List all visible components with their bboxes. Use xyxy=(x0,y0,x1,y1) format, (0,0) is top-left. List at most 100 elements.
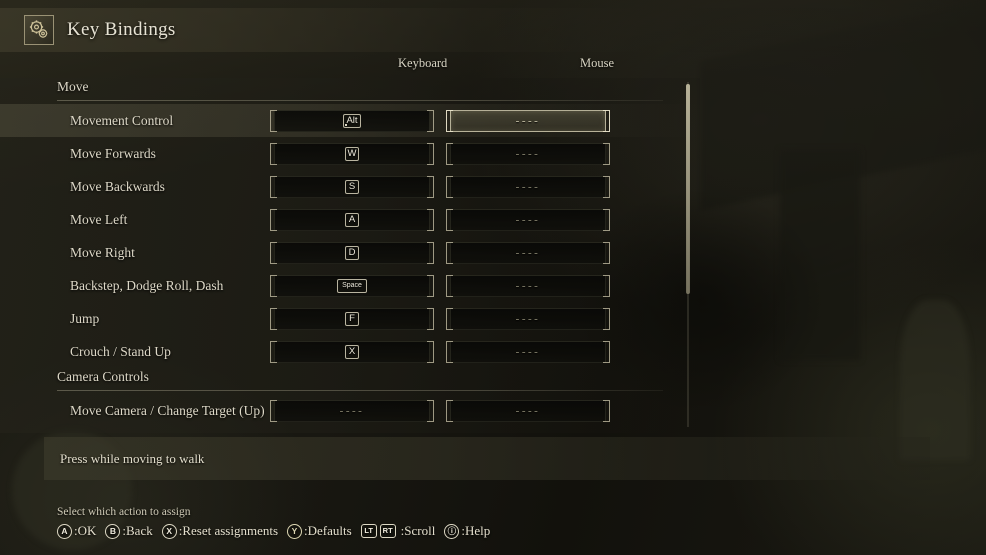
keycap-glyph: D xyxy=(345,245,359,260)
bracket-right-icon xyxy=(603,142,610,165)
gamepad-a-icon: A xyxy=(57,523,72,539)
binding-action-label: Move Right xyxy=(70,244,135,260)
gamepad-rt-icon: RT xyxy=(379,524,396,538)
binding-action-label: Movement Control xyxy=(70,112,174,128)
binding-action-label: Move Backwards xyxy=(70,178,165,194)
bracket-right-icon xyxy=(603,340,610,363)
binding-value: ---- xyxy=(515,147,541,160)
binding-row[interactable]: Backstep, Dodge Roll, Dash Space ---- xyxy=(0,269,700,302)
footer-hint[interactable]: A:OK xyxy=(57,523,96,539)
bracket-left-icon xyxy=(446,241,453,264)
description-text: Press while moving to walk xyxy=(60,450,205,466)
title-bar: Key Bindings xyxy=(0,8,986,52)
bracket-left-icon xyxy=(446,307,453,330)
footer: Select which action to assign A:OK B:Back… xyxy=(57,506,957,539)
binding-value: ---- xyxy=(515,114,541,127)
bracket-right-icon xyxy=(427,307,434,330)
footer-hint[interactable]: ⓘ:Help xyxy=(444,523,490,539)
keycap-glyph: X xyxy=(345,344,359,359)
bracket-right-icon xyxy=(603,241,610,264)
binding-row[interactable]: Move Left A ---- xyxy=(0,203,700,236)
binding-action-label: Move Camera / Change Target (Up) xyxy=(70,402,265,418)
binding-cell-keyboard[interactable]: Alt xyxy=(270,109,434,132)
binding-row[interactable]: Crouch / Stand Up X ---- xyxy=(0,335,700,368)
bracket-right-icon xyxy=(427,208,434,231)
scrollbar-thumb[interactable] xyxy=(686,84,690,294)
section-header: Move xyxy=(0,78,700,104)
bracket-left-icon xyxy=(270,399,277,422)
binding-cell-keyboard[interactable]: S xyxy=(270,175,434,198)
binding-row[interactable]: Movement Control Alt ---- xyxy=(0,104,700,137)
description-panel: Press while moving to walk xyxy=(44,437,930,480)
footer-hint[interactable]: B:Back xyxy=(105,523,153,539)
binding-action-label: Crouch / Stand Up xyxy=(70,343,171,359)
footer-hint-label: :Reset assignments xyxy=(178,523,279,538)
bracket-right-icon xyxy=(603,109,610,132)
gamepad-help-icon: ⓘ xyxy=(444,523,460,539)
binding-row[interactable]: Move Camera / Change Target (Up) ---- ---- xyxy=(0,394,700,427)
bracket-left-icon xyxy=(270,142,277,165)
bracket-right-icon xyxy=(427,274,434,297)
footer-hint-label: :OK xyxy=(74,523,97,538)
binding-action-label: Jump xyxy=(70,310,100,326)
binding-action-label: Move Forwards xyxy=(70,145,156,161)
bracket-right-icon xyxy=(603,175,610,198)
footer-hint-label: :Help xyxy=(461,523,491,538)
bg-pillar-shape xyxy=(780,150,860,360)
binding-cell-keyboard[interactable]: W xyxy=(270,142,434,165)
binding-cell-keyboard[interactable]: X xyxy=(270,340,434,363)
keycap-glyph: Alt xyxy=(343,113,361,128)
footer-hint-label: :Back xyxy=(122,523,153,538)
footer-hint-label: :Scroll xyxy=(400,523,436,538)
bracket-left-icon xyxy=(270,340,277,363)
bracket-left-icon xyxy=(270,307,277,330)
bracket-left-icon xyxy=(270,109,277,132)
binding-row[interactable]: Move Right D ---- xyxy=(0,236,700,269)
binding-cell-mouse[interactable]: ---- xyxy=(446,241,610,264)
bracket-right-icon xyxy=(603,399,610,422)
binding-cell-keyboard[interactable]: A xyxy=(270,208,434,231)
bracket-right-icon xyxy=(427,241,434,264)
binding-cell-mouse[interactable]: ---- xyxy=(446,175,610,198)
binding-value: ---- xyxy=(339,404,365,417)
page-title: Key Bindings xyxy=(67,19,176,40)
bindings-list[interactable]: Move Movement Control Alt ---- Move Forwards… xyxy=(0,78,700,427)
binding-value: ---- xyxy=(515,180,541,193)
footer-hints: A:OK B:Back X:Reset assignments Y:Defaults L… xyxy=(57,523,957,539)
binding-row[interactable]: Move Backwards S ---- xyxy=(0,170,700,203)
binding-cell-mouse[interactable]: ---- xyxy=(446,274,610,297)
footer-hint[interactable]: Y:Defaults xyxy=(287,523,352,539)
bracket-left-icon xyxy=(270,241,277,264)
bracket-left-icon xyxy=(270,175,277,198)
binding-value: ---- xyxy=(515,279,541,292)
binding-action-label: Move Left xyxy=(70,211,128,227)
bg-foliage-shape xyxy=(900,300,970,460)
binding-cell-keyboard[interactable]: Space xyxy=(270,274,434,297)
bracket-right-icon xyxy=(427,399,434,422)
binding-cell-keyboard[interactable]: D xyxy=(270,241,434,264)
section-label: Camera Controls xyxy=(57,369,149,384)
bracket-left-icon xyxy=(446,175,453,198)
gamepad-lt-icon: LT xyxy=(360,524,377,538)
footer-hint[interactable]: LT RT :Scroll xyxy=(360,523,436,539)
binding-row[interactable]: Jump F ---- xyxy=(0,302,700,335)
bracket-left-icon xyxy=(446,109,453,132)
binding-cell-mouse[interactable]: ---- xyxy=(446,340,610,363)
binding-cell-mouse[interactable]: ---- xyxy=(446,109,610,132)
bracket-right-icon xyxy=(603,307,610,330)
section-divider xyxy=(57,390,663,391)
bracket-right-icon xyxy=(427,175,434,198)
binding-cell-mouse[interactable]: ---- xyxy=(446,307,610,330)
bracket-left-icon xyxy=(270,274,277,297)
bracket-right-icon xyxy=(427,340,434,363)
keycap-glyph: Space xyxy=(337,278,367,293)
bracket-left-icon xyxy=(446,274,453,297)
binding-cell-keyboard[interactable]: ---- xyxy=(270,399,434,422)
binding-cell-mouse[interactable]: ---- xyxy=(446,208,610,231)
binding-cell-mouse[interactable]: ---- xyxy=(446,142,610,165)
gamepad-b-icon: B xyxy=(105,523,121,539)
binding-row[interactable]: Move Forwards W ---- xyxy=(0,137,700,170)
binding-cell-keyboard[interactable]: F xyxy=(270,307,434,330)
footer-hint[interactable]: X:Reset assignments xyxy=(161,523,279,539)
binding-cell-mouse[interactable]: ---- xyxy=(446,399,610,422)
